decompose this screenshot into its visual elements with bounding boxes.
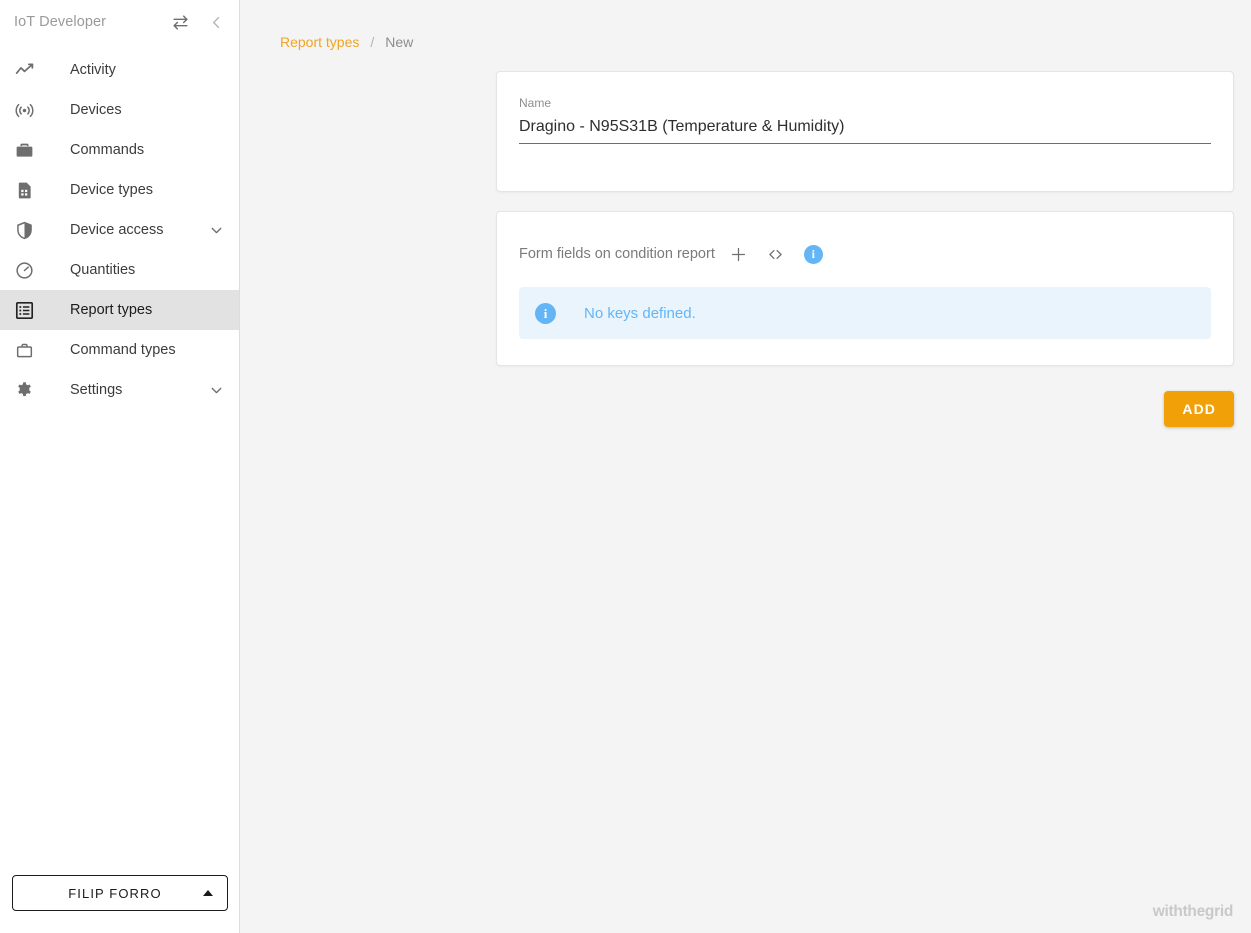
info-circle-icon: i <box>535 303 556 324</box>
sidebar-item-label: Report types <box>70 302 225 318</box>
add-button[interactable]: ADD <box>1164 391 1234 427</box>
sidebar-item-report-types[interactable]: Report types <box>0 290 239 330</box>
sidebar-item-devices[interactable]: Devices <box>0 90 239 130</box>
chevron-down-icon[interactable] <box>208 382 225 399</box>
sidebar-item-label: Command types <box>70 342 225 358</box>
chevron-down-icon[interactable] <box>208 222 225 239</box>
gear-icon <box>14 378 44 402</box>
no-keys-alert-text: No keys defined. <box>584 305 696 322</box>
sidebar-item-label: Quantities <box>70 262 225 278</box>
form-actions: ADD <box>240 391 1234 427</box>
name-field-label: Name <box>519 96 1211 110</box>
code-brackets-icon[interactable] <box>763 241 789 267</box>
user-menu-button[interactable]: FILIP FORRO <box>12 875 228 911</box>
name-card: Name <box>496 71 1234 192</box>
gauge-icon <box>14 258 44 282</box>
chevron-left-icon[interactable] <box>201 7 231 37</box>
breadcrumb-current: New <box>385 34 413 50</box>
briefcase-filled-icon <box>14 138 44 162</box>
main-content: Report types / New Name Form fields on c… <box>240 0 1251 933</box>
name-input[interactable] <box>519 118 1211 144</box>
breadcrumb-link-report-types[interactable]: Report types <box>280 34 359 50</box>
sim-card-icon <box>14 178 44 202</box>
withthegrid-logo: withthegrid <box>1153 903 1233 921</box>
sidebar-header: IoT Developer <box>0 0 239 44</box>
trending-up-icon <box>14 58 44 82</box>
swap-arrows-icon[interactable] <box>165 7 195 37</box>
sidebar-item-label: Commands <box>70 142 225 158</box>
sidebar: IoT Developer <box>0 0 240 933</box>
brand-title: IoT Developer <box>14 14 165 30</box>
plus-icon[interactable] <box>726 241 752 267</box>
sidebar-item-activity[interactable]: Activity <box>0 50 239 90</box>
sidebar-item-label: Devices <box>70 102 225 118</box>
sidebar-item-label: Activity <box>70 62 225 78</box>
sidebar-item-quantities[interactable]: Quantities <box>0 250 239 290</box>
sidebar-item-command-types[interactable]: Command types <box>0 330 239 370</box>
sidebar-item-label: Device access <box>70 222 208 238</box>
sidebar-item-settings[interactable]: Settings <box>0 370 239 410</box>
broadcast-icon <box>14 98 44 122</box>
info-circle-icon[interactable]: i <box>804 245 823 264</box>
sidebar-item-device-access[interactable]: Device access <box>0 210 239 250</box>
sidebar-item-label: Settings <box>70 382 208 398</box>
sidebar-item-commands[interactable]: Commands <box>0 130 239 170</box>
form-fields-header: Form fields on condition report i <box>519 242 1211 266</box>
sidebar-nav: Activity Devices <box>0 50 239 410</box>
breadcrumb-separator: / <box>370 34 374 50</box>
breadcrumb: Report types / New <box>240 0 1251 50</box>
sidebar-item-device-types[interactable]: Device types <box>0 170 239 210</box>
briefcase-outline-icon <box>14 338 44 362</box>
user-name-label: FILIP FORRO <box>27 886 203 901</box>
sidebar-footer: FILIP FORRO <box>0 875 240 933</box>
shield-icon <box>14 218 44 242</box>
list-box-icon <box>14 298 44 322</box>
sidebar-item-label: Device types <box>70 182 225 198</box>
no-keys-alert: i No keys defined. <box>519 287 1211 339</box>
form-fields-title: Form fields on condition report <box>519 246 715 262</box>
form-fields-card: Form fields on condition report i <box>496 211 1234 366</box>
caret-up-icon <box>203 890 213 896</box>
app-root: IoT Developer <box>0 0 1251 933</box>
